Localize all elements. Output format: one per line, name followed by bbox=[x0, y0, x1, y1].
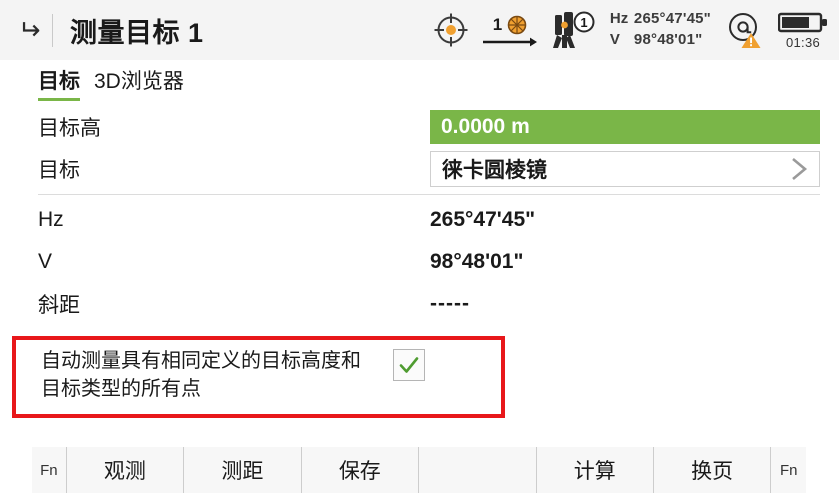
battery-icon bbox=[778, 12, 827, 32]
status-station[interactable]: 1 bbox=[551, 11, 597, 49]
hz-angle-row: Hz 265°47'45" bbox=[610, 9, 711, 30]
row-slope-distance: 斜距 ----- bbox=[0, 283, 839, 325]
status-angles: Hz 265°47'45" V 98°48'01" bbox=[610, 9, 711, 50]
tab-bar: 目标 3D浏览器 bbox=[0, 60, 839, 104]
row-hz: Hz 265°47'45" bbox=[0, 199, 839, 241]
fn-right-button[interactable]: Fn bbox=[771, 447, 806, 493]
calculate-button[interactable]: 计算 bbox=[537, 447, 654, 493]
v-angle-row: V 98°48'01" bbox=[610, 30, 711, 51]
auto-measure-checkbox[interactable] bbox=[393, 349, 425, 381]
auto-measure-highlight: 自动测量具有相同定义的目标高度和目标类型的所有点 bbox=[12, 336, 505, 418]
row-target[interactable]: 目标 徕卡圆棱镜 bbox=[0, 148, 839, 190]
target-height-label: 目标高 bbox=[38, 117, 101, 140]
page-title: 测量目标 1 bbox=[70, 17, 204, 48]
v-angle-value: 98°48'01" bbox=[633, 31, 703, 48]
status-atr[interactable] bbox=[722, 11, 764, 49]
slope-distance-value: ----- bbox=[430, 292, 470, 315]
svg-text:1: 1 bbox=[580, 15, 587, 30]
fn-left-button[interactable]: Fn bbox=[32, 447, 67, 493]
title-bar: ↵ 测量目标 1 1 1 Hz 265°47'45" V 98°48'01" 0… bbox=[0, 0, 839, 60]
target-label: 目标 bbox=[38, 159, 80, 182]
target-height-field[interactable]: 0.0000 m bbox=[430, 110, 820, 144]
title-separator bbox=[52, 13, 53, 47]
status-prism[interactable]: 1 bbox=[480, 14, 540, 47]
tab-3d-viewer[interactable]: 3D浏览器 bbox=[94, 65, 184, 99]
measure-form: 目标高 0.0000 m 目标 徕卡圆棱镜 Hz 265°47'45" V 98… bbox=[0, 106, 839, 325]
status-bar: 1 1 Hz 265°47'45" V 98°48'01" 01:36 bbox=[433, 0, 831, 60]
target-select[interactable]: 徕卡圆棱镜 bbox=[430, 151, 820, 187]
prism-number: 1 bbox=[492, 15, 503, 34]
row-target-height[interactable]: 目标高 0.0000 m bbox=[0, 106, 839, 148]
hz-angle-value: 265°47'45" bbox=[633, 10, 711, 28]
status-battery[interactable]: 01:36 bbox=[775, 11, 831, 50]
chevron-right-icon bbox=[792, 158, 808, 180]
save-button[interactable]: 保存 bbox=[302, 447, 420, 493]
bottom-toolbar: Fn 观测 测距 保存 计算 换页 Fn bbox=[32, 447, 806, 493]
form-divider bbox=[38, 194, 820, 195]
hz-angle-label: Hz bbox=[609, 10, 629, 28]
tab-target[interactable]: 目标 bbox=[38, 65, 80, 101]
hz-label: Hz bbox=[38, 208, 64, 231]
v-angle-label: V bbox=[609, 31, 620, 48]
check-icon bbox=[399, 357, 419, 373]
observe-button[interactable]: 观测 bbox=[67, 447, 185, 493]
row-v: V 98°48'01" bbox=[0, 241, 839, 283]
toolbar-empty-slot bbox=[419, 447, 537, 493]
slope-distance-label: 斜距 bbox=[38, 294, 80, 317]
prism-icon bbox=[507, 15, 527, 34]
v-label: V bbox=[38, 250, 53, 273]
battery-time-label: 01:36 bbox=[785, 34, 821, 50]
crosshair-target-icon bbox=[434, 13, 468, 47]
arrow-right-icon bbox=[482, 37, 537, 46]
page-button[interactable]: 换页 bbox=[654, 447, 772, 493]
auto-measure-label: 自动测量具有相同定义的目标高度和目标类型的所有点 bbox=[41, 350, 361, 401]
at-warning-icon bbox=[729, 13, 761, 48]
total-station-icon: 1 bbox=[552, 11, 595, 48]
v-value: 98°48'01" bbox=[430, 250, 524, 273]
back-button[interactable]: ↵ bbox=[6, 0, 52, 60]
hz-value: 265°47'45" bbox=[430, 208, 536, 231]
distance-button[interactable]: 测距 bbox=[184, 447, 302, 493]
target-value: 徕卡圆棱镜 bbox=[442, 159, 547, 182]
status-target[interactable] bbox=[433, 12, 469, 48]
back-arrow-icon: ↵ bbox=[17, 14, 41, 45]
